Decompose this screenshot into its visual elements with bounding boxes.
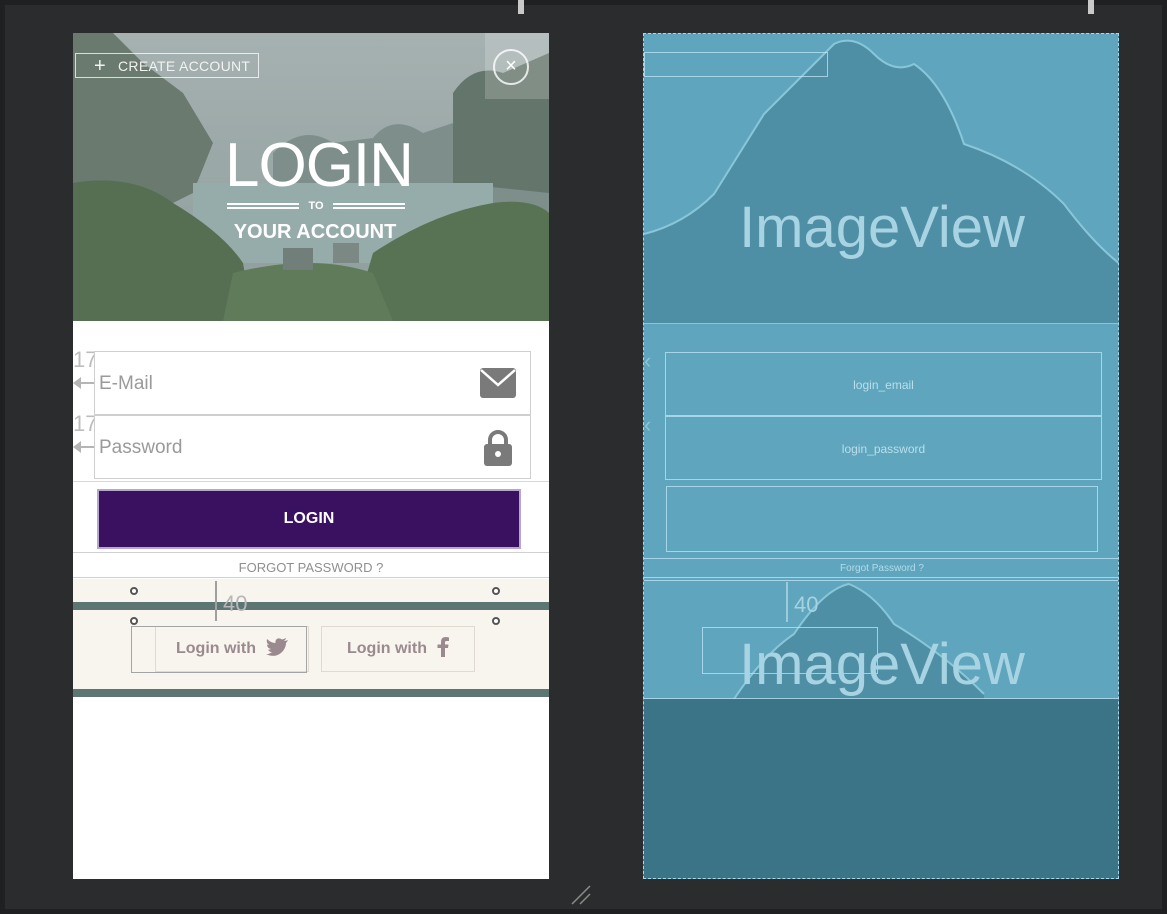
layout-guide (73, 552, 549, 553)
login-button[interactable]: LOGIN (97, 489, 521, 549)
close-icon: × (493, 49, 529, 85)
band-top-bar (73, 602, 549, 610)
facebook-login-button[interactable]: Login with (321, 626, 475, 672)
create-account-label: CREATE ACCOUNT (118, 57, 251, 74)
password-placeholder: Password (99, 437, 183, 458)
to-label: TO (308, 200, 324, 212)
email-placeholder: E-Mail (99, 373, 153, 394)
resize-handle[interactable] (130, 617, 138, 625)
email-field[interactable]: E-Mail (94, 351, 531, 415)
resize-grip-icon[interactable] (570, 884, 592, 906)
login-button-outline[interactable] (666, 486, 1098, 552)
hero-image: + CREATE ACCOUNT × LOGIN TO YOUR ACCOUNT (73, 33, 549, 321)
title-divider: TO (227, 199, 405, 215)
plus-icon: + (94, 55, 106, 77)
top-imageview-label: ImageView (739, 195, 1025, 260)
top-imageview[interactable]: ImageView (644, 34, 1118, 324)
forgot-password-id: Forgot Password ? (840, 563, 924, 574)
selection-box (131, 626, 307, 673)
login-email-outline[interactable]: login_email (665, 352, 1102, 416)
password-field[interactable]: Password (94, 415, 531, 479)
resize-handle[interactable] (518, 0, 524, 14)
margin-marker: ‹ (644, 348, 652, 373)
resize-handle[interactable] (130, 587, 138, 595)
constraint-arrow (73, 441, 95, 453)
login-password-outline[interactable]: login_password (665, 416, 1102, 480)
forgot-password-link[interactable]: FORGOT PASSWORD ? (73, 560, 549, 575)
margin-marker: ‹ (644, 412, 652, 437)
forgot-password-outline[interactable]: Forgot Password ? (644, 558, 1118, 578)
bottom-imageview-label: ImageView (739, 632, 1025, 697)
dimension-label: 40 (223, 591, 248, 616)
bottom-imageview[interactable]: ImageView (644, 580, 1118, 699)
create-account-button[interactable]: + CREATE ACCOUNT (75, 53, 259, 78)
mail-icon (480, 368, 516, 403)
page-title: LOGIN (225, 131, 414, 200)
lock-icon (484, 430, 512, 471)
layout-guide (73, 577, 549, 578)
close-button[interactable]: × (485, 33, 549, 99)
login-password-id: login_password (841, 442, 926, 456)
page-subtitle: YOUR ACCOUNT (233, 221, 397, 243)
login-email-id: login_email (853, 378, 914, 392)
facebook-login-label: Login with (347, 640, 427, 657)
constraint-arrow (73, 377, 95, 389)
band-bottom-bar (73, 689, 549, 697)
blueprint-view[interactable]: ImageView ‹ login_email ‹ login_password… (643, 33, 1119, 879)
layout-guide (73, 481, 549, 482)
facebook-icon (437, 636, 449, 662)
resize-handle[interactable] (492, 587, 500, 595)
resize-handle[interactable] (1088, 0, 1094, 14)
resize-handle[interactable] (492, 617, 500, 625)
design-preview[interactable]: + CREATE ACCOUNT × LOGIN TO YOUR ACCOUNT… (73, 33, 549, 879)
dimension-line (215, 581, 217, 621)
